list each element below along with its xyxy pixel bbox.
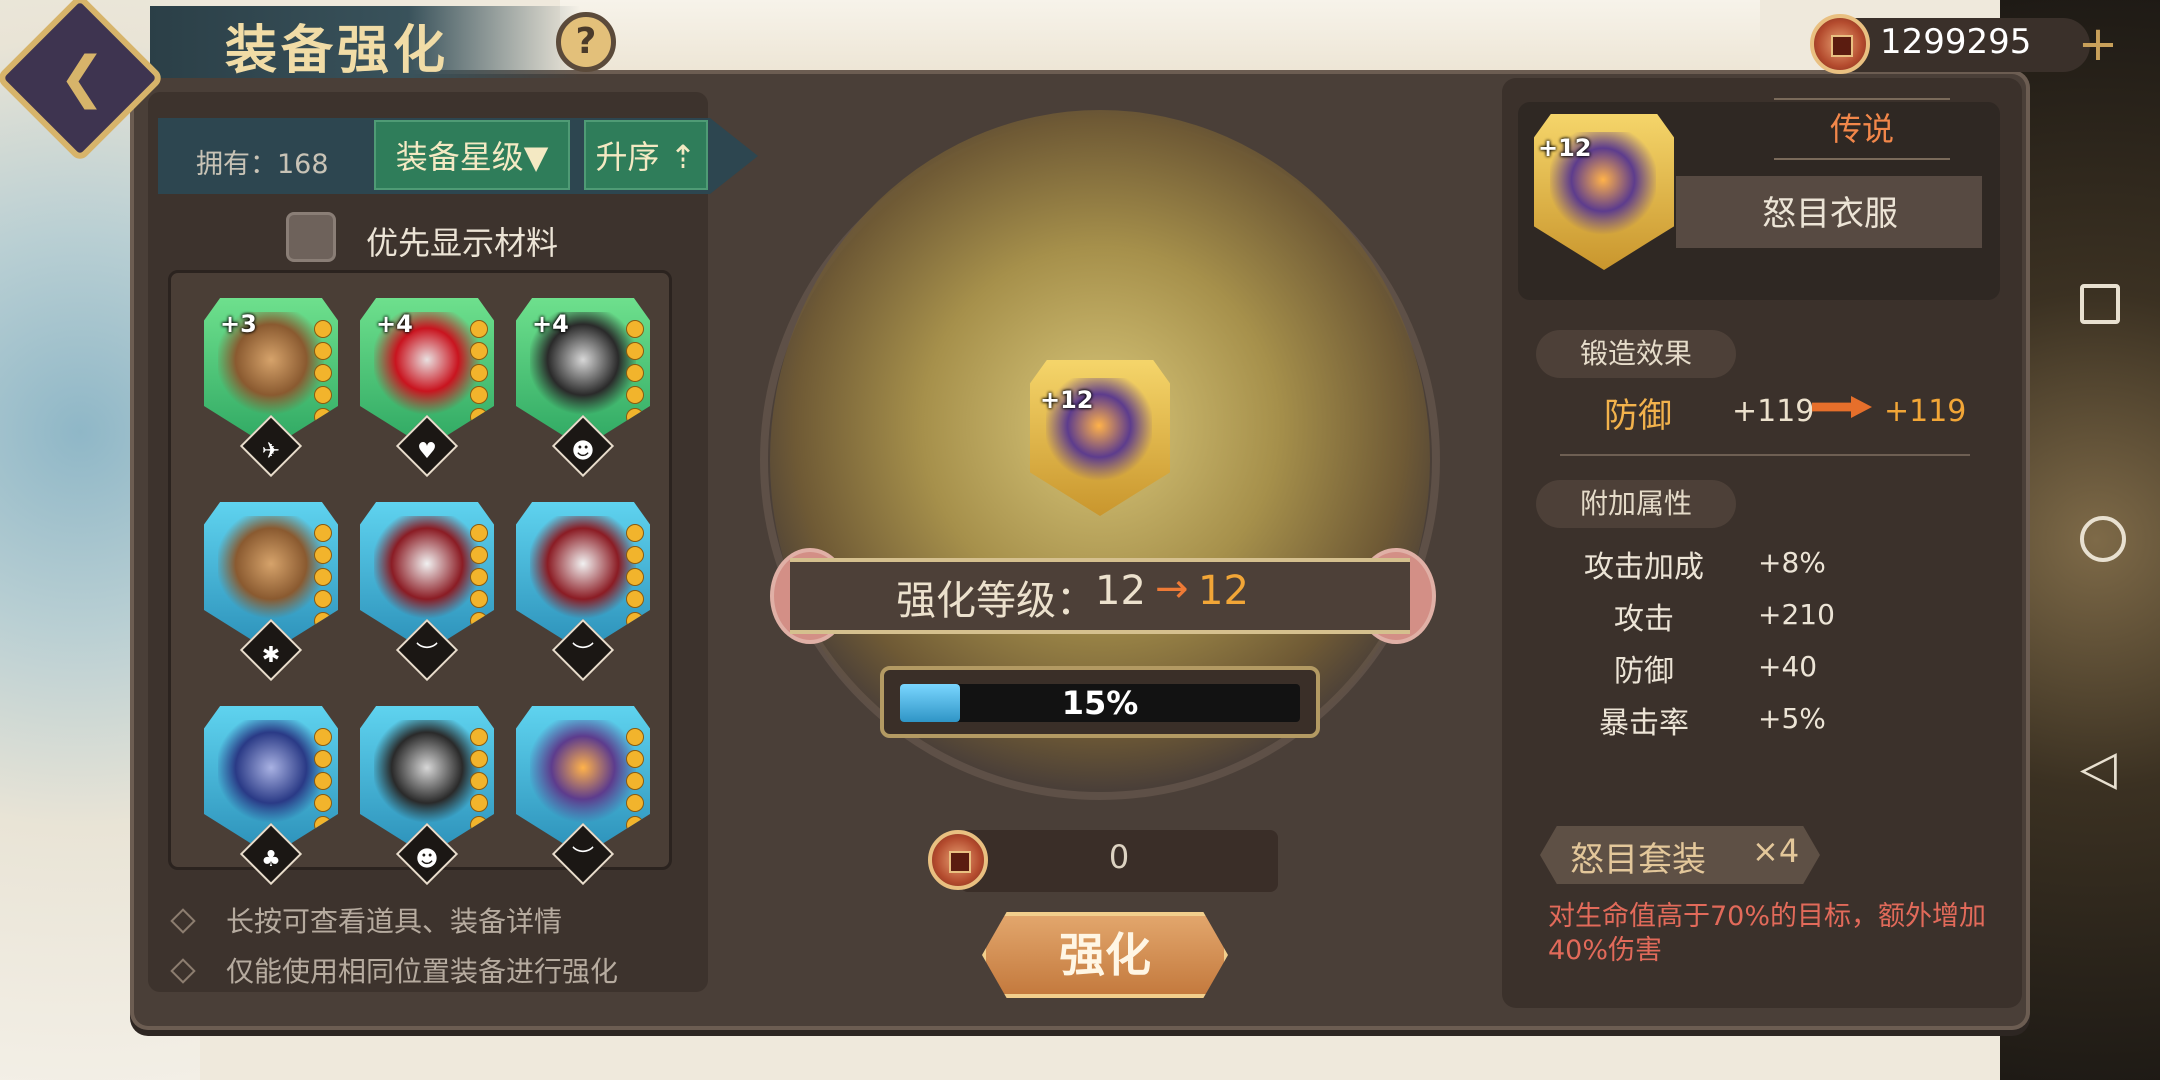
equipment-slot[interactable]: ︶ <box>516 706 650 886</box>
page-title: 装备强化 <box>225 21 450 81</box>
set-count: ×4 <box>1752 832 1800 870</box>
currency-amount: 1299295 <box>1880 22 2032 62</box>
star-rating-icon <box>626 320 644 430</box>
home-icon[interactable] <box>2080 516 2126 562</box>
add-currency-button[interactable]: + <box>2070 18 2126 74</box>
progress-percent: 15% <box>1061 684 1139 722</box>
enhance-cost: 0 <box>1108 838 1130 876</box>
equipment-slot[interactable]: ︶ <box>360 502 494 682</box>
enhance-level-current: 12 <box>1095 568 1146 614</box>
class-icon: ︶ <box>415 642 438 667</box>
star-rating-icon <box>470 728 488 838</box>
set-name: 怒目套装 <box>1570 840 1706 880</box>
forge-effect-title: 锻造效果 <box>1536 330 1736 378</box>
equipment-art <box>530 516 636 622</box>
divider <box>1560 454 1970 456</box>
extra-stat-value: +210 <box>1758 598 1835 631</box>
enhance-level-arrow: → <box>1155 566 1189 612</box>
extra-stat-label: 攻击加成 <box>1584 550 1704 585</box>
rarity-label: 传说 <box>1774 98 1950 160</box>
item-name: 怒目衣服 <box>1762 194 1898 234</box>
star-rating-icon <box>626 728 644 838</box>
back-nav-icon[interactable]: ◁ <box>2080 740 2117 796</box>
equipment-slot[interactable]: +3 ✈ <box>204 298 338 478</box>
recent-apps-icon[interactable] <box>2080 284 2120 324</box>
star-rating-icon <box>314 728 332 838</box>
equipment-art <box>374 720 480 826</box>
class-icon: ︶ <box>571 846 594 871</box>
main-stat-current: +119 <box>1732 394 1815 429</box>
coin-icon <box>1810 14 1870 74</box>
selected-equipment-level: +12 <box>1040 386 1094 414</box>
equipment-slot[interactable]: +4 ☻ <box>516 298 650 478</box>
equipment-slot[interactable]: ♣ <box>204 706 338 886</box>
extra-stat-label: 攻击 <box>1614 602 1674 637</box>
equipment-slot[interactable]: ✱ <box>204 502 338 682</box>
class-icon: ︶ <box>571 642 594 667</box>
star-rating-icon <box>470 524 488 634</box>
star-rating-icon <box>314 320 332 430</box>
equipment-level: +3 <box>220 310 257 338</box>
class-icon: ☻ <box>415 847 439 872</box>
equipment-slot[interactable]: ︶ <box>516 502 650 682</box>
extra-stat-label: 防御 <box>1614 654 1674 689</box>
priority-material-label: 优先显示材料 <box>366 224 559 262</box>
sort-order-button[interactable]: 升序 ⇡ <box>584 120 708 190</box>
equipment-level: +4 <box>376 310 413 338</box>
class-icon: ♥ <box>417 439 437 464</box>
main-stat-next: +119 <box>1884 394 1967 429</box>
enhance-level-label: 强化等级： <box>896 578 1096 624</box>
extra-stat-value: +8% <box>1758 546 1826 579</box>
owned-count: 拥有：168 <box>196 149 329 180</box>
star-rating-icon <box>626 524 644 634</box>
class-icon: ♣ <box>261 847 281 872</box>
equipment-level: +4 <box>532 310 569 338</box>
back-arrow-icon[interactable]: ❮ <box>50 46 114 110</box>
extra-attributes-title: 附加属性 <box>1536 480 1736 528</box>
help-button[interactable]: ? <box>556 12 616 72</box>
enhance-button[interactable]: 强化 <box>982 912 1228 998</box>
equipment-slot[interactable]: +4 ♥ <box>360 298 494 478</box>
class-icon: ✈ <box>261 439 281 464</box>
equipment-art <box>374 516 480 622</box>
hint-same-slot: 仅能使用相同位置装备进行强化 <box>226 955 619 988</box>
detail-equipment-level: +12 <box>1538 134 1592 162</box>
extra-stat-value: +5% <box>1758 702 1826 735</box>
class-icon: ✱ <box>261 643 281 668</box>
star-rating-icon <box>470 320 488 430</box>
equipment-art <box>530 720 636 826</box>
equipment-art <box>218 720 324 826</box>
hint-long-press: 长按可查看道具、装备详情 <box>226 905 563 938</box>
main-stat-label: 防御 <box>1604 396 1672 436</box>
extra-stat-value: +40 <box>1758 650 1818 683</box>
background-art-top <box>560 0 1760 80</box>
equipment-slot[interactable]: ☻ <box>360 706 494 886</box>
star-filter-button[interactable]: 装备星级▼ <box>374 120 570 190</box>
equipment-art <box>218 516 324 622</box>
star-rating-icon <box>314 524 332 634</box>
priority-material-checkbox[interactable] <box>286 212 336 262</box>
set-description: 对生命值高于70%的目标，额外增加40%伤害 <box>1548 901 1987 966</box>
enhance-level-next: 12 <box>1198 568 1249 614</box>
class-icon: ☻ <box>571 439 595 464</box>
extra-stat-label: 暴击率 <box>1599 706 1689 741</box>
